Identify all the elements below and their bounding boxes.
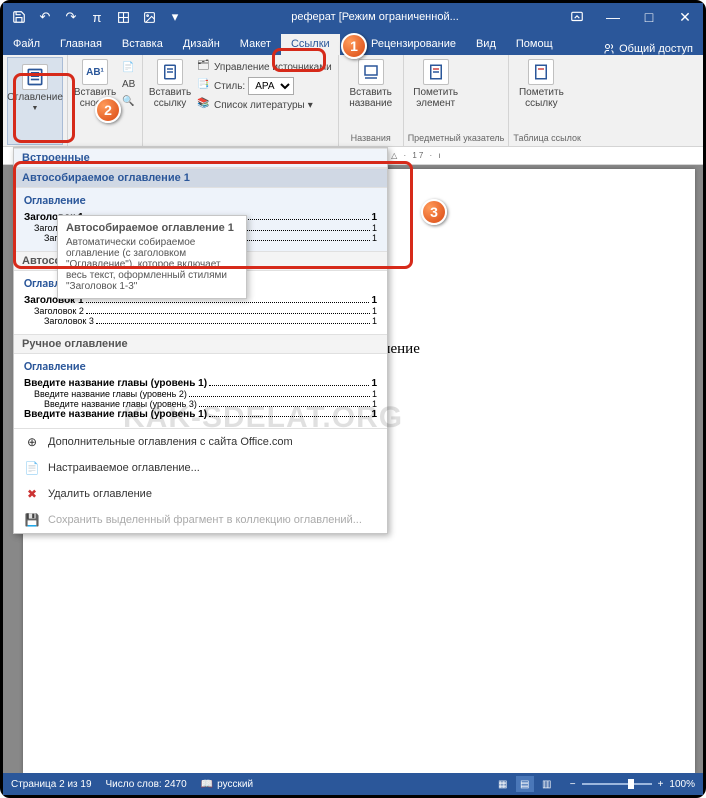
zoom-level[interactable]: 100% [669,779,695,790]
group-index: Пометить элемент Предметный указатель [404,55,510,146]
custom-toc-icon: 📄 [24,460,40,476]
tab-home[interactable]: Главная [50,34,112,55]
toc-icon [22,64,48,90]
mark-citation-icon [528,59,554,85]
title-bar: ↶ ↷ π ▾ реферат [Режим ограниченной... —… [3,3,703,31]
redo-icon[interactable]: ↷ [59,5,83,29]
spellcheck-icon: 📖 [201,779,213,790]
tab-layout[interactable]: Макет [230,34,281,55]
pi-icon[interactable]: π [85,5,109,29]
share-icon [603,43,615,55]
gallery-section-builtin: Встроенные [14,148,387,168]
manage-sources-button[interactable]: 🗂Управление источниками [195,59,334,75]
minimize-icon[interactable]: — [595,3,631,31]
sources-icon: 🗂 [197,60,211,74]
next-footnote-button[interactable]: AB [120,78,138,94]
tab-help[interactable]: Помощ [506,34,563,55]
zoom-out-button[interactable]: − [570,779,576,790]
style-icon: 📑 [197,79,211,93]
print-layout-icon[interactable]: ▤ [516,776,534,792]
office-icon: ⊕ [24,434,40,450]
menu-custom-toc[interactable]: 📄Настраиваемое оглавление... [14,455,387,481]
insert-endnote-button[interactable]: 📄 [120,61,138,77]
style-dropdown[interactable]: APA [248,77,294,95]
group-label-index: Предметный указатель [408,132,505,144]
citation-icon [157,59,183,85]
language-indicator[interactable]: 📖русский [201,779,253,790]
quick-access-toolbar: ↶ ↷ π ▾ [3,5,191,29]
document-text[interactable]: ление [383,341,420,358]
tooltip-body: Автоматически собираемое оглавление (с з… [66,237,238,292]
word-count[interactable]: Число слов: 2470 [106,779,187,790]
close-icon[interactable]: ✕ [667,3,703,31]
tab-insert[interactable]: Вставка [112,34,173,55]
insert-citation-button[interactable]: Вставить ссылку [147,57,193,111]
window-title: реферат [Режим ограниченной... [191,11,559,23]
tab-references[interactable]: Ссылки [281,34,340,55]
tooltip: Автособираемое оглавление 1 Автоматическ… [57,215,247,299]
toc-gallery-dropdown: Встроенные Автособираемое оглавление 1 О… [13,147,388,534]
maximize-icon[interactable]: □ [631,3,667,31]
save-selection-icon: 💾 [24,512,40,528]
share-button[interactable]: Общий доступ [593,43,703,55]
gallery-item-auto1-header[interactable]: Автособираемое оглавление 1 [14,168,387,188]
remove-icon: ✖ [24,486,40,502]
tab-view[interactable]: Вид [466,34,506,55]
status-bar: Страница 2 из 19 Число слов: 2470 📖русск… [3,773,703,795]
tab-review[interactable]: Рецензирование [361,34,466,55]
mark-citation-button[interactable]: Пометить ссылку [513,57,569,111]
show-notes-icon: 🔍 [122,96,136,110]
group-captions: Вставить название Названия [339,55,404,146]
insert-caption-button[interactable]: Вставить название [343,57,399,111]
menu-more-office[interactable]: ⊕Дополнительные оглавления с сайта Offic… [14,429,387,455]
table-icon[interactable] [111,5,135,29]
menu-save-selection: 💾Сохранить выделенный фрагмент в коллекц… [14,507,387,533]
view-buttons: ▦ ▤ ▥ [494,776,556,792]
callout-2: 2 [95,97,121,123]
group-label-toa: Таблица ссылок [513,132,581,144]
zoom-control: − + 100% [570,779,695,790]
tab-design[interactable]: Дизайн [173,34,230,55]
image-icon[interactable] [137,5,161,29]
show-notes-button[interactable]: 🔍 [120,95,138,111]
zoom-slider[interactable] [582,783,652,785]
undo-icon[interactable]: ↶ [33,5,57,29]
group-label-captions: Названия [343,132,399,144]
qat-dropdown-icon[interactable]: ▾ [163,5,187,29]
group-toc: Оглавление ▼ [3,55,68,146]
bibliography-icon: 📚 [197,98,211,112]
menu-remove-toc[interactable]: ✖Удалить оглавление [14,481,387,507]
group-citations: Вставить ссылку 🗂Управление источниками … [143,55,339,146]
mark-entry-icon [423,59,449,85]
group-toa: Пометить ссылку Таблица ссылок [509,55,585,146]
tab-file[interactable]: Файл [3,34,50,55]
web-layout-icon[interactable]: ▥ [538,776,556,792]
mark-entry-button[interactable]: Пометить элемент [408,57,464,111]
read-mode-icon[interactable]: ▦ [494,776,512,792]
style-selector[interactable]: 📑Стиль: APA [195,76,334,96]
caption-icon [358,59,384,85]
toc-button[interactable]: Оглавление ▼ [7,57,63,145]
callout-1: 1 [341,33,367,59]
zoom-in-button[interactable]: + [658,779,664,790]
endnote-icon: 📄 [122,62,136,76]
bibliography-button[interactable]: 📚Список литературы ▾ [195,97,334,113]
next-footnote-icon: AB [122,79,136,93]
footnote-icon: AB¹ [82,59,108,85]
page-indicator[interactable]: Страница 2 из 19 [11,779,92,790]
ribbon-options-icon[interactable] [559,3,595,31]
tooltip-title: Автособираемое оглавление 1 [66,222,238,234]
chevron-down-icon: ▼ [32,105,39,113]
callout-3: 3 [421,199,447,225]
gallery-item-manual-header[interactable]: Ручное оглавление [14,334,387,354]
save-icon[interactable] [7,5,31,29]
gallery-item-manual[interactable]: Оглавление Введите название главы (урове… [14,354,387,428]
window-controls: — □ ✕ [559,3,703,31]
